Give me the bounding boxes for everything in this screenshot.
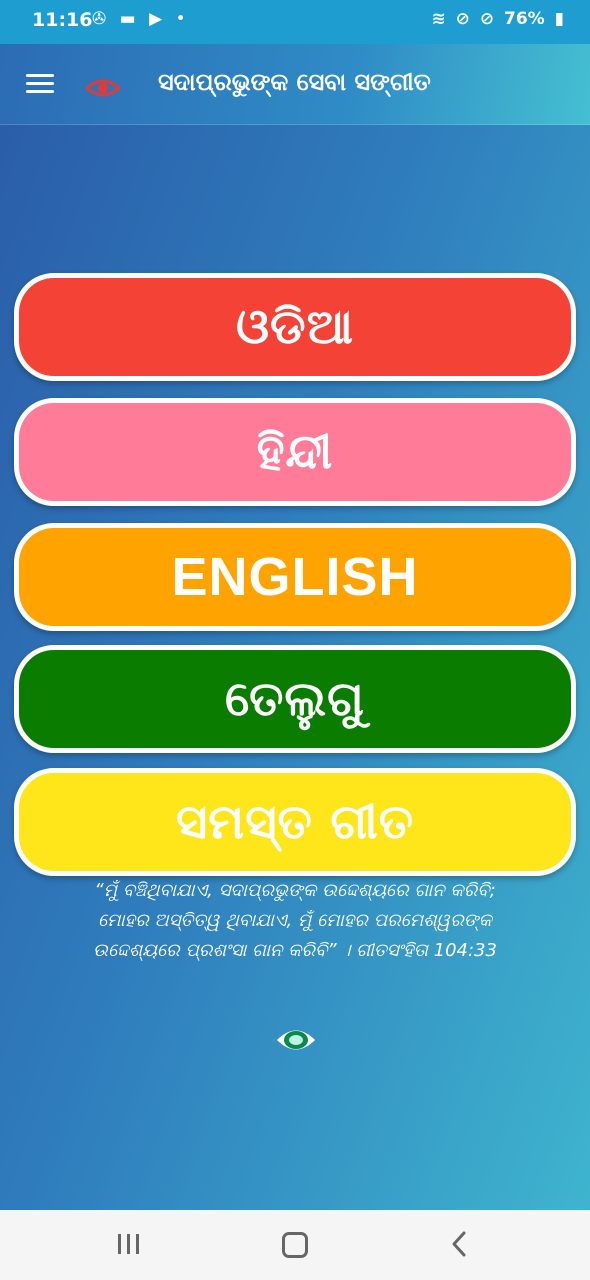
odia-label: ଓଡିଆ <box>235 298 355 355</box>
battery-icon: ▮ <box>554 9 564 29</box>
drive-icon: ▬ <box>119 9 136 29</box>
odia-button[interactable]: ଓଡିଆ <box>14 273 576 381</box>
bible-verse: “ମୁଁ ବଞ୍ଚିଥିବାଯାଏ, ସଦାପ୍ରଭୁଙ୍କ ଉଦ୍ଦେଶ୍ୟର… <box>40 876 550 966</box>
dnd-icon: ⊘ <box>455 9 470 29</box>
eye-icon <box>277 1030 315 1050</box>
telugu-label: ତେଲୁଗୁ <box>225 670 365 727</box>
recents-icon[interactable] <box>118 1234 140 1254</box>
verse-line: ମୋହର ଅସ୍ତିତ୍ୱ ଥିବାଯାଏ, ମୁଁ ମୋହର ପରମେଶ୍ୱର… <box>97 910 492 931</box>
home-icon[interactable] <box>282 1232 308 1258</box>
app-notification-icon: ✇ <box>92 9 107 29</box>
app-header: ସଦାପ୍ରଭୁଙ୍କ ସେବା ସଙ୍ଗୀତ <box>0 44 590 125</box>
all-songs-button[interactable]: ସମସ୍ତ ଗୀତ <box>14 768 576 876</box>
all-songs-label: ସମସ୍ତ ଗୀତ <box>176 793 414 850</box>
english-label: ENGLISH <box>171 547 419 607</box>
back-icon[interactable] <box>450 1230 468 1258</box>
menu-icon[interactable] <box>26 74 54 94</box>
eye-logo-icon <box>86 79 120 97</box>
dot-icon: • <box>175 9 186 29</box>
hindi-label: ହିନ୍ଦୀ <box>256 423 334 480</box>
no-sound-icon: ⊘ <box>479 9 495 29</box>
status-bar: 11:16 ✇ ▬ ▶ • ≋ ⊘ ⊘ 76% ▮ <box>0 0 590 44</box>
play-icon: ▶ <box>149 9 163 29</box>
hindi-button[interactable]: ହିନ୍ଦୀ <box>14 398 576 506</box>
status-time: 11:16 <box>32 9 93 31</box>
english-button[interactable]: ENGLISH <box>14 523 576 631</box>
telugu-button[interactable]: ତେଲୁଗୁ <box>14 645 576 753</box>
verse-line: ଉଦ୍ଦେଶ୍ୟରେ ପ୍ରଶଂସା ଗାନ କରିବି” । ଗୀତସଂହିତ… <box>93 940 497 961</box>
navigation-bar <box>0 1210 590 1280</box>
notification-icons: ✇ ▬ ▶ • <box>92 9 194 29</box>
system-status: ≋ ⊘ ⊘ 76% ▮ <box>428 9 565 29</box>
verse-line: “ମୁଁ ବଞ୍ଚିଥିବାଯାଏ, ସଦାପ୍ରଭୁଙ୍କ ଉଦ୍ଦେଶ୍ୟର… <box>94 880 496 901</box>
app-title: ସଦାପ୍ରଭୁଙ୍କ ସେବା ସଙ୍ଗୀତ <box>158 68 431 96</box>
wifi-icon: ≋ <box>431 9 446 29</box>
battery-level: 76% <box>504 9 545 29</box>
